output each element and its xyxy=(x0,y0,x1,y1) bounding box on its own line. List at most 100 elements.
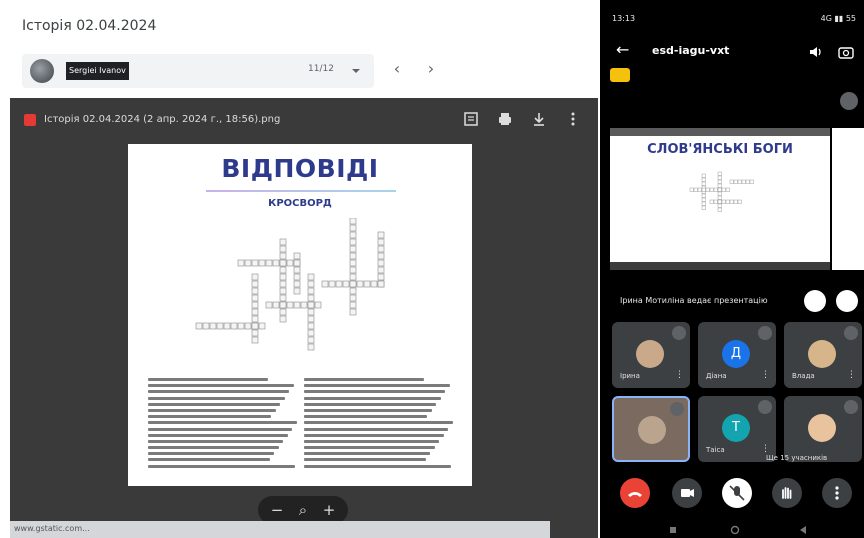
crossword-cell xyxy=(293,280,301,288)
crossword-cell xyxy=(279,252,287,260)
slide-crossword-cell xyxy=(749,179,754,184)
screenshot-root: Історія 02.04.2024 Sergiei Ivanov 11/12 … xyxy=(0,0,864,538)
status-icons: 4G ▮▮ 55 xyxy=(820,14,856,23)
speaker-icon[interactable] xyxy=(808,44,824,60)
crossword-cell xyxy=(377,238,385,246)
dropdown-arrow-icon[interactable] xyxy=(348,63,364,79)
zoom-controls: − ⌕ + xyxy=(258,496,348,524)
crossword-cell xyxy=(307,273,315,281)
camera-button[interactable] xyxy=(672,478,702,508)
text-line xyxy=(304,408,432,412)
text-line xyxy=(148,452,274,456)
crossword-cell xyxy=(293,252,301,260)
crossword-cell xyxy=(209,322,217,330)
text-line xyxy=(148,408,276,412)
crossword-cell xyxy=(349,245,357,253)
participant-name: Влада xyxy=(792,372,815,380)
viewer-subbar: Sergiei Ivanov 11/12 ‹ › xyxy=(0,44,600,94)
participant-tile[interactable]: Ірина ⋮ xyxy=(612,322,690,388)
more-vert-icon[interactable] xyxy=(564,110,582,128)
prev-icon[interactable]: ‹ xyxy=(388,61,406,79)
more-options-button[interactable] xyxy=(822,478,852,508)
crossword-cell xyxy=(370,280,378,288)
slide-crossword-cell xyxy=(737,199,742,204)
slide-crossword-cell xyxy=(701,181,706,186)
slide-crossword-cell xyxy=(741,179,746,184)
print-icon[interactable] xyxy=(496,110,514,128)
android-nav-bar xyxy=(600,520,864,538)
slide-crossword xyxy=(689,171,754,212)
more-participants-label[interactable]: Ще 15 учасників xyxy=(766,454,827,462)
slide-crossword-cell xyxy=(701,201,706,206)
text-line xyxy=(304,433,444,437)
crossword-cell xyxy=(251,259,259,267)
mic-off-icon xyxy=(670,402,684,416)
crossword-cell xyxy=(307,301,315,309)
viewer-title: Історія 02.04.2024 xyxy=(22,18,157,34)
slide-crossword-cell xyxy=(717,203,722,208)
presentation-screen[interactable]: СЛОВ'ЯНСЬКІ БОГИ xyxy=(610,128,830,270)
mic-off-icon xyxy=(758,326,772,340)
submission-selector[interactable]: Sergiei Ivanov 11/12 xyxy=(22,54,374,88)
switch-camera-icon[interactable] xyxy=(838,44,854,60)
participant-tile[interactable] xyxy=(784,396,862,462)
crossword-cell xyxy=(349,231,357,239)
text-line xyxy=(304,446,435,450)
add-comment-icon[interactable] xyxy=(462,110,480,128)
phone-meet-screen: 13:13 4G ▮▮ 55 ← esd-iagu-vxt СЛОВ'ЯНСЬК… xyxy=(600,0,864,538)
more-vert-icon[interactable]: ⋮ xyxy=(761,444,770,454)
slide-crossword-cell xyxy=(725,199,730,204)
meeting-code[interactable]: esd-iagu-vxt xyxy=(652,44,729,57)
slide-crossword-cell xyxy=(717,191,722,196)
crossword-cell xyxy=(328,280,336,288)
zoom-in-icon[interactable]: + xyxy=(320,501,338,519)
text-line xyxy=(148,421,297,425)
text-line xyxy=(148,384,294,388)
more-vert-icon[interactable]: ⋮ xyxy=(847,370,856,380)
crossword-cell xyxy=(237,322,245,330)
download-icon[interactable] xyxy=(530,110,548,128)
crossword-cell xyxy=(349,224,357,232)
more-vert-icon[interactable]: ⋮ xyxy=(675,370,684,380)
doc-heading: ВІДПОВІДІ xyxy=(221,154,379,183)
slide-crossword-cell xyxy=(689,187,694,192)
crossword-cell xyxy=(293,287,301,295)
zoom-search-icon[interactable]: ⌕ xyxy=(294,501,312,519)
slide-crossword-cell xyxy=(717,199,722,204)
fullscreen-icon[interactable] xyxy=(836,290,858,312)
crossword-cell xyxy=(279,294,287,302)
slide-crossword-cell xyxy=(713,199,718,204)
raise-hand-button[interactable] xyxy=(772,478,802,508)
text-line xyxy=(148,402,280,406)
crossword-cell xyxy=(279,273,287,281)
mic-button[interactable] xyxy=(722,478,752,508)
crossword-cell xyxy=(307,294,315,302)
more-vert-icon[interactable]: ⋮ xyxy=(761,370,770,380)
participant-tile[interactable]: Д Діана ⋮ xyxy=(698,322,776,388)
leave-call-button[interactable] xyxy=(620,478,650,508)
crossword-cell xyxy=(377,273,385,281)
answers-text-right xyxy=(304,378,454,474)
second-screen-tile[interactable] xyxy=(832,128,864,270)
next-icon[interactable]: › xyxy=(422,61,440,79)
slide-crossword-cell xyxy=(705,187,710,192)
nav-buttons-icon[interactable] xyxy=(600,520,864,538)
slide-crossword-cell xyxy=(745,179,750,184)
participant-tile[interactable]: Т Таіса ⋮ xyxy=(698,396,776,462)
text-line xyxy=(148,390,289,394)
end-call-icon xyxy=(628,492,642,497)
crossword-cell xyxy=(307,287,315,295)
crossword-cell xyxy=(244,259,252,267)
slide-crossword-cell xyxy=(721,187,726,192)
crossword-cell xyxy=(195,322,203,330)
participant-tile[interactable]: Влада ⋮ xyxy=(784,322,862,388)
hand-icon xyxy=(782,487,792,499)
crossword-cell xyxy=(251,287,259,295)
zoom-out-icon[interactable]: − xyxy=(268,501,286,519)
meet-header: ← esd-iagu-vxt xyxy=(600,38,864,68)
slide-crossword-cell xyxy=(729,199,734,204)
back-arrow-icon[interactable]: ← xyxy=(616,40,629,59)
text-line xyxy=(304,396,441,400)
participant-tile[interactable] xyxy=(612,396,690,462)
presentation-mic-icon[interactable] xyxy=(804,290,826,312)
